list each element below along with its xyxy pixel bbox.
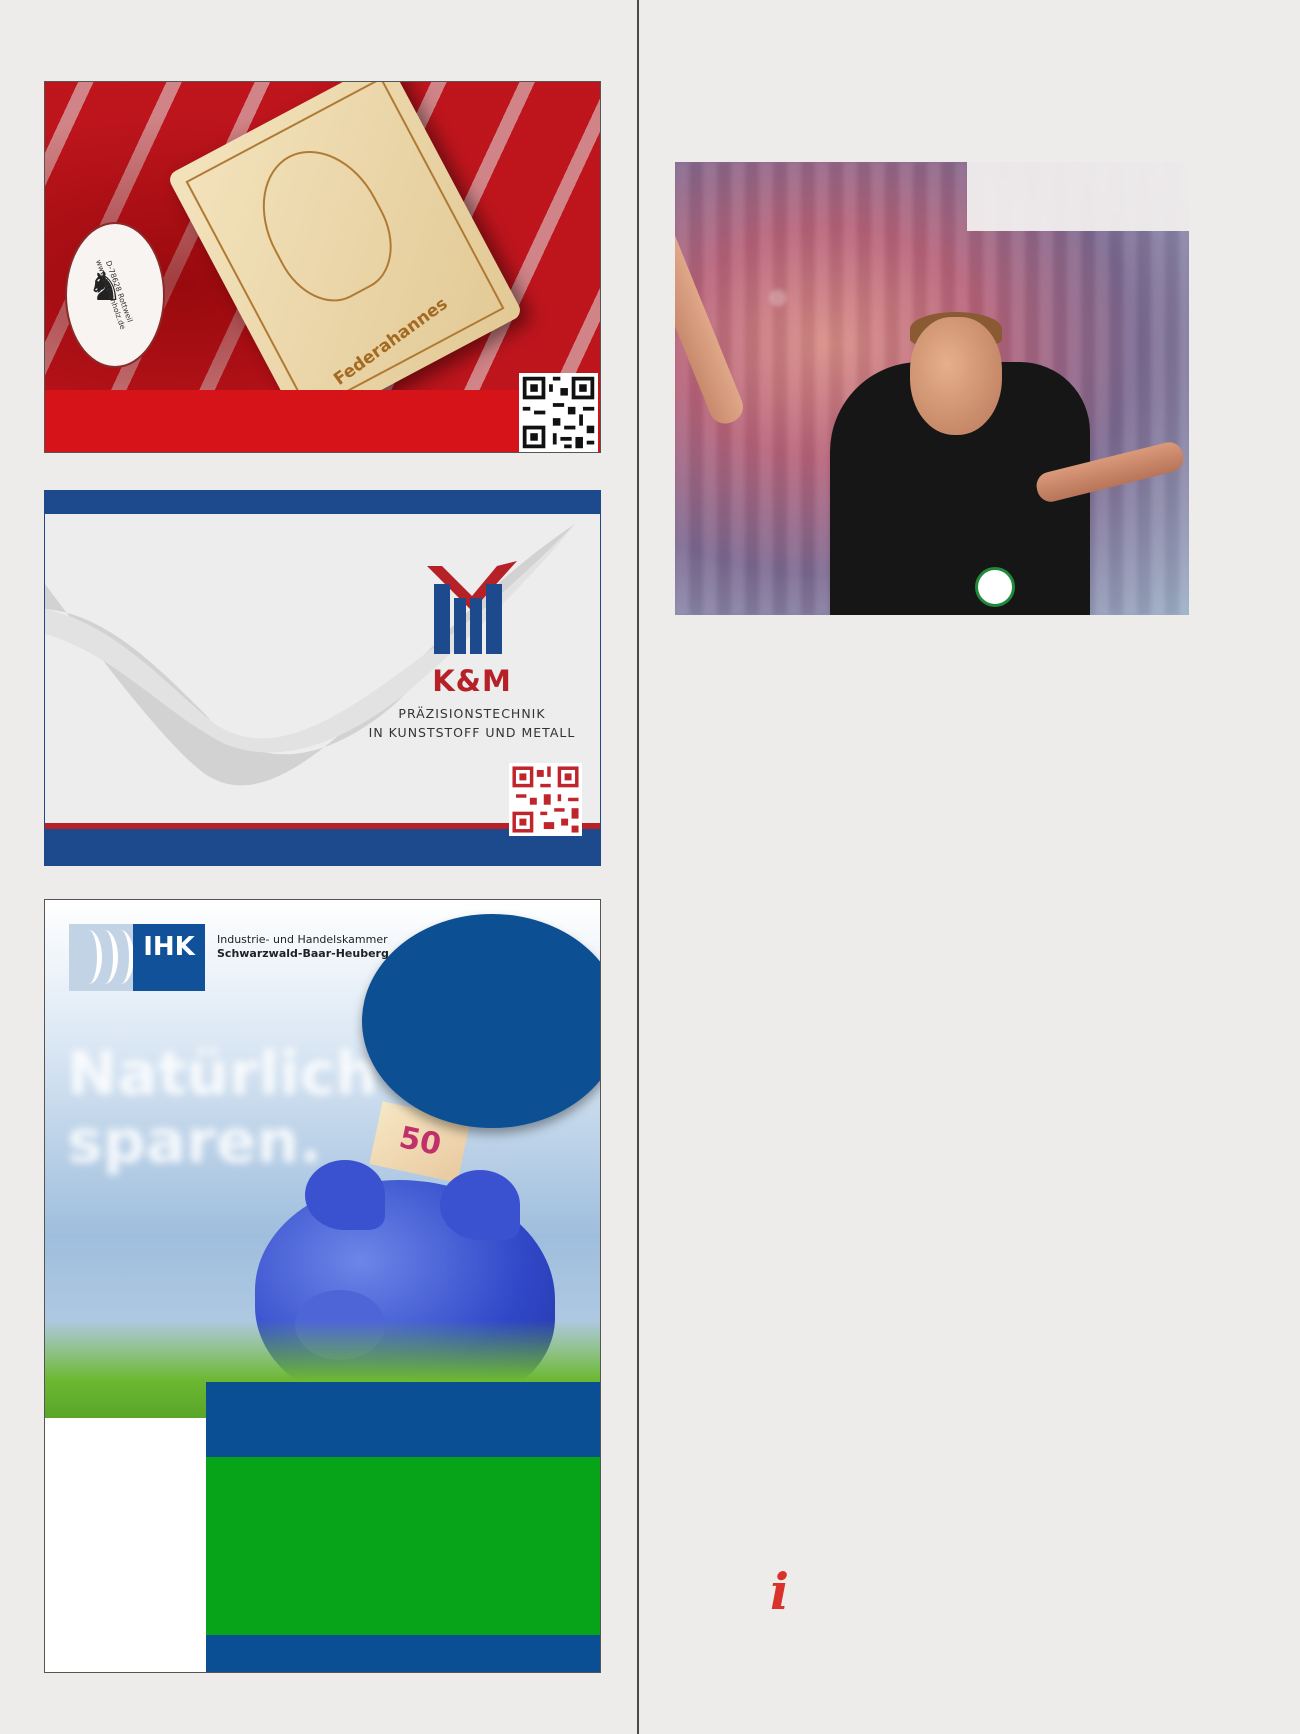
- info-icon: i: [770, 1562, 789, 1621]
- dfb-badge-icon: [975, 567, 1015, 607]
- green-block: [206, 1457, 600, 1635]
- km-tagline: PRÄZISIONSTECHNIK IN KUNSTSTOFF UND META…: [368, 706, 576, 740]
- qr-code-icon[interactable]: [509, 763, 582, 836]
- qr-code-icon[interactable]: [519, 373, 598, 452]
- ihk-organization-name: Industrie- und Handelskammer Schwarzwald…: [217, 933, 389, 960]
- ad-km: K&M PRÄZISIONSTECHNIK IN KUNSTSTOFF UND …: [44, 490, 601, 866]
- blue-top-bar: [45, 491, 600, 514]
- km-brand-block: K&M PRÄZISIONSTECHNIK IN KUNSTSTOFF UND …: [362, 556, 582, 742]
- white-label-box: [967, 162, 1189, 231]
- referee-head: [910, 317, 1002, 435]
- blue-block-upper: [206, 1382, 600, 1457]
- column-divider: [637, 0, 639, 1734]
- white-panel: [45, 1418, 206, 1672]
- ad-woodblock: Federahannes ♞ D-78628 Rottweil www.baer…: [44, 81, 601, 453]
- red-footer-band: [45, 390, 600, 452]
- ihk-logo: IHK: [69, 924, 205, 991]
- blue-block-lower: [206, 1635, 600, 1672]
- ihk-logo-text: IHK: [133, 924, 205, 991]
- km-logo-icon: [427, 561, 517, 654]
- km-brand-name: K&M: [432, 664, 512, 698]
- referee-photo: [675, 162, 1189, 615]
- ad-ihk: Natürlich sparen. 50 IHK Industrie- und …: [44, 899, 601, 1673]
- blurred-headline: Natürlich sparen.: [67, 1039, 379, 1177]
- company-seal: ♞ D-78628 Rottweil www.baerenholz.de: [65, 222, 165, 368]
